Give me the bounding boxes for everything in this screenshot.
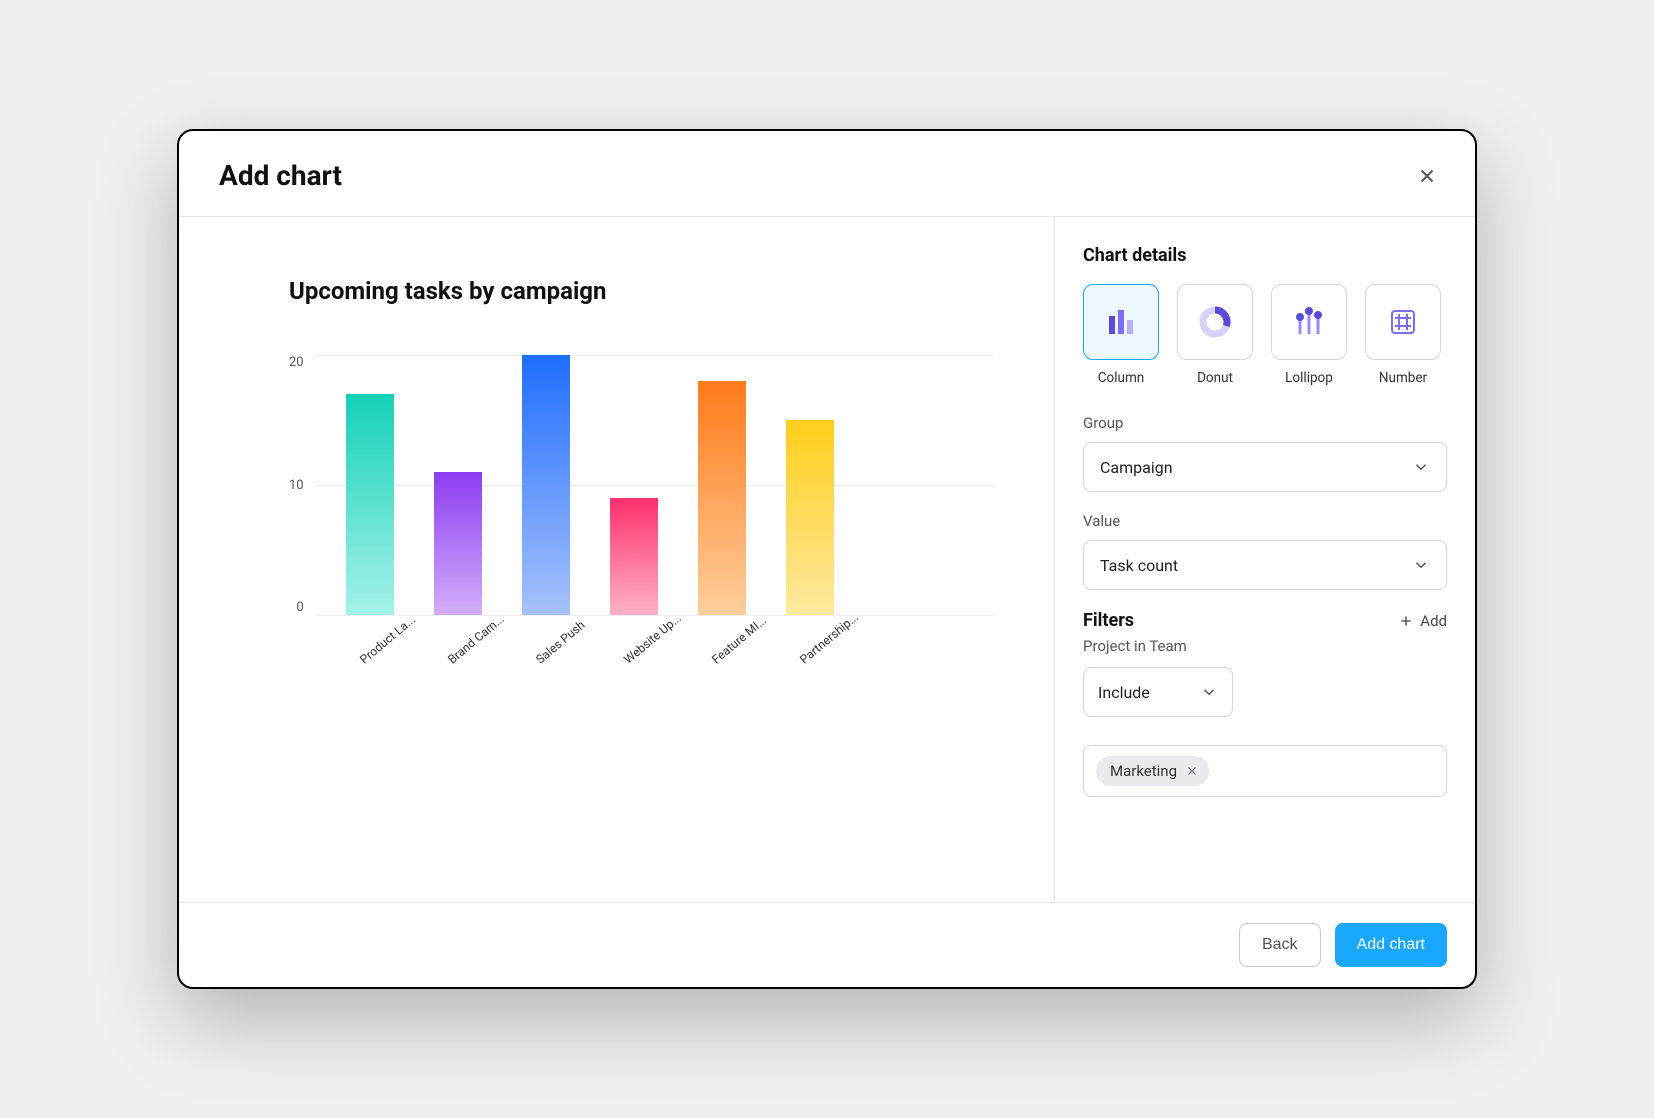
column-chart-icon bbox=[1101, 302, 1141, 342]
gridline bbox=[316, 615, 994, 616]
y-tick-label: 20 bbox=[289, 355, 304, 370]
add-chart-modal: Add chart Upcoming tasks by campaign 20 1… bbox=[177, 129, 1477, 989]
chart-title: Upcoming tasks by campaign bbox=[289, 277, 994, 305]
lollipop-chart-icon bbox=[1289, 302, 1329, 342]
filters-header: Filters Add bbox=[1083, 610, 1447, 631]
modal-title: Add chart bbox=[219, 159, 342, 192]
bar[interactable] bbox=[786, 420, 834, 615]
group-select-value: Campaign bbox=[1100, 458, 1173, 477]
chevron-down-icon bbox=[1412, 556, 1430, 574]
bar[interactable] bbox=[610, 498, 658, 615]
chart-type-column[interactable]: Column bbox=[1083, 284, 1159, 386]
modal-body: Upcoming tasks by campaign 20 10 0 Product… bbox=[179, 217, 1475, 902]
number-chart-icon bbox=[1383, 302, 1423, 342]
y-tick-label: 0 bbox=[296, 600, 303, 615]
chart-type-label: Donut bbox=[1197, 370, 1233, 386]
filter-tag-field[interactable]: Marketing bbox=[1083, 745, 1447, 797]
filter-field-label: Project in Team bbox=[1083, 637, 1447, 655]
donut-chart-icon bbox=[1195, 302, 1235, 342]
bar[interactable] bbox=[522, 355, 570, 615]
y-axis: 20 10 0 bbox=[289, 355, 316, 615]
chart-type-box bbox=[1177, 284, 1253, 360]
x-tick-label: Website Up... bbox=[621, 625, 667, 667]
chart-type-box bbox=[1271, 284, 1347, 360]
filters-title: Filters bbox=[1083, 610, 1134, 631]
chevron-down-icon bbox=[1412, 458, 1430, 476]
chart-preview-pane: Upcoming tasks by campaign 20 10 0 Product… bbox=[179, 217, 1055, 902]
chart-type-number[interactable]: Number bbox=[1365, 284, 1441, 386]
chart-type-label: Column bbox=[1098, 370, 1145, 386]
chart-type-grid: Column Donut Lollipop Number bbox=[1083, 284, 1447, 386]
chart-type-lollipop[interactable]: Lollipop bbox=[1271, 284, 1347, 386]
y-tick-label: 10 bbox=[289, 478, 304, 493]
x-axis-labels: Product La...Brand Cam...Sales PushWebsi… bbox=[316, 625, 994, 639]
x-tick-label: Brand Cam... bbox=[445, 625, 491, 667]
x-tick-label: Feature MI... bbox=[709, 625, 755, 667]
chart-type-label: Lollipop bbox=[1285, 370, 1333, 386]
group-field-label: Group bbox=[1083, 414, 1447, 432]
modal-footer: Back Add chart bbox=[179, 902, 1475, 987]
back-button[interactable]: Back bbox=[1239, 923, 1321, 967]
filter-mode-value: Include bbox=[1098, 683, 1150, 702]
group-select[interactable]: Campaign bbox=[1083, 442, 1447, 492]
bar[interactable] bbox=[346, 394, 394, 615]
filter-chip-marketing[interactable]: Marketing bbox=[1096, 756, 1209, 786]
value-field-label: Value bbox=[1083, 512, 1447, 530]
value-select[interactable]: Task count bbox=[1083, 540, 1447, 590]
plus-icon bbox=[1398, 613, 1414, 629]
filter-mode-select[interactable]: Include bbox=[1083, 667, 1233, 717]
add-filter-button[interactable]: Add bbox=[1398, 612, 1447, 630]
bar[interactable] bbox=[434, 472, 482, 615]
bars-container bbox=[316, 355, 994, 615]
chart-type-donut[interactable]: Donut bbox=[1177, 284, 1253, 386]
close-icon bbox=[1416, 165, 1438, 187]
chart-type-box bbox=[1365, 284, 1441, 360]
chart-type-box bbox=[1083, 284, 1159, 360]
value-select-value: Task count bbox=[1100, 556, 1178, 575]
chart-plot: Product La...Brand Cam...Sales PushWebsi… bbox=[316, 355, 994, 615]
add-chart-button[interactable]: Add chart bbox=[1335, 923, 1447, 967]
chart-area: 20100 Product La...Brand Cam...Sales Pus… bbox=[289, 355, 994, 695]
chart-details-pane: Chart details ColumnDonutLollipopNumber … bbox=[1055, 217, 1475, 902]
bar[interactable] bbox=[698, 381, 746, 615]
x-tick-label: Partnership... bbox=[797, 625, 843, 667]
close-button[interactable] bbox=[1411, 160, 1443, 192]
x-tick-label: Sales Push bbox=[533, 625, 579, 667]
add-filter-label: Add bbox=[1420, 612, 1447, 630]
modal-header: Add chart bbox=[179, 131, 1475, 217]
chevron-down-icon bbox=[1200, 683, 1218, 701]
chart-type-label: Number bbox=[1379, 370, 1427, 386]
filter-chip-label: Marketing bbox=[1110, 762, 1177, 780]
x-tick-label: Product La... bbox=[357, 625, 403, 667]
close-icon[interactable] bbox=[1185, 764, 1199, 778]
chart-details-title: Chart details bbox=[1083, 245, 1447, 266]
